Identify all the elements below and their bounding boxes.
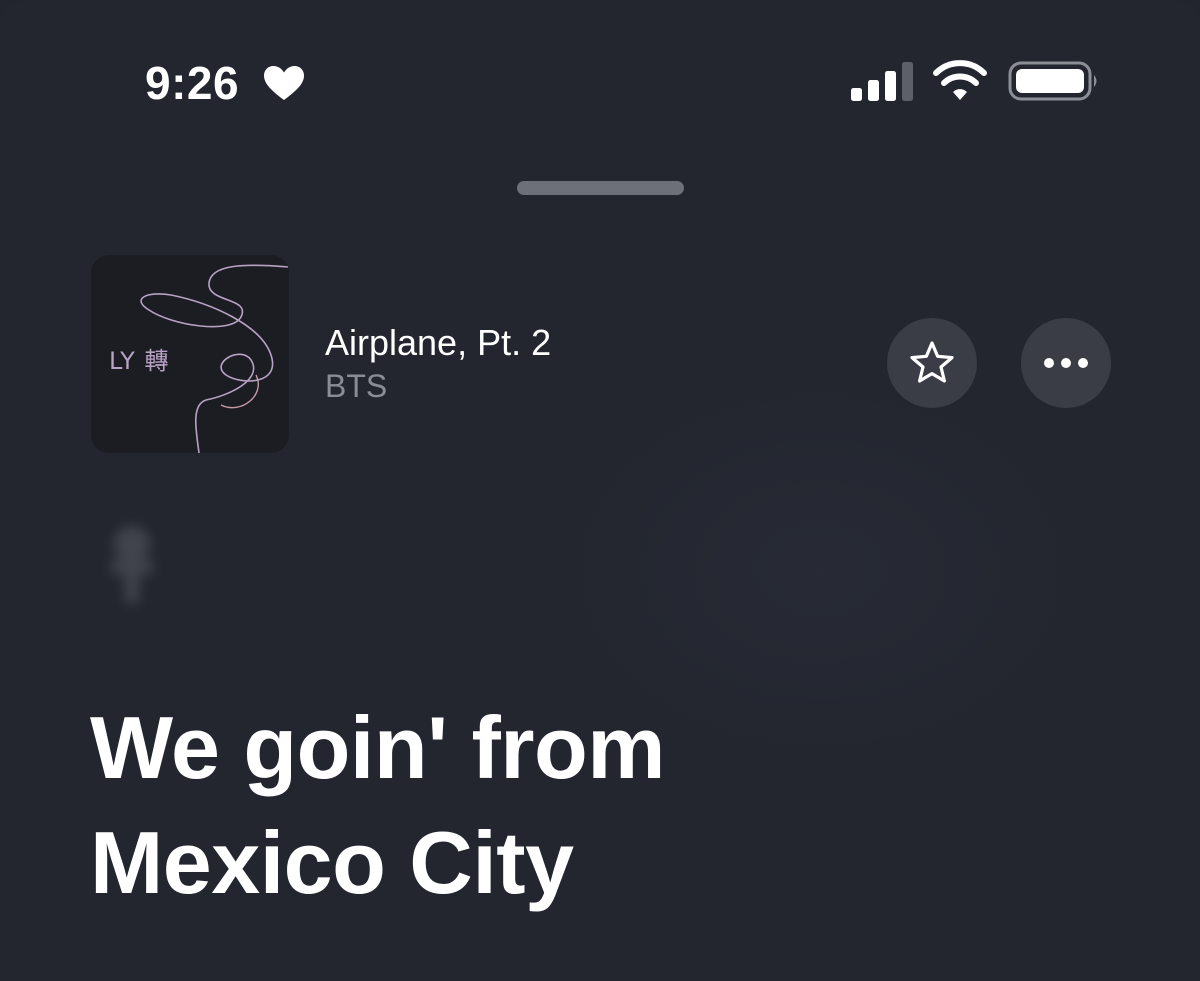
wifi-icon (933, 60, 987, 100)
status-time: 9:26 (145, 57, 240, 109)
album-artwork[interactable]: LY 轉 (91, 255, 289, 453)
battery-icon (1008, 61, 1097, 101)
lyric-line-current[interactable]: We goin' from (90, 697, 666, 799)
artwork-logo-text: LY 轉 (109, 347, 170, 375)
cellular-signal-icon (851, 62, 913, 101)
song-artist[interactable]: BTS (325, 368, 387, 405)
heart-icon (264, 66, 304, 100)
lyric-line-next[interactable]: Mexico City (90, 812, 574, 914)
song-title: Airplane, Pt. 2 (325, 322, 552, 363)
star-icon (910, 341, 954, 383)
now-playing-screen: 9:26 LY 轉 Airplane, Pt. 2 BTS We goin' f… (0, 0, 1200, 981)
favorite-button[interactable] (887, 318, 977, 408)
sheet-grabber[interactable] (517, 181, 684, 195)
ellipsis-icon (1044, 358, 1088, 368)
more-options-button[interactable] (1021, 318, 1111, 408)
blurred-decoration (110, 526, 154, 604)
